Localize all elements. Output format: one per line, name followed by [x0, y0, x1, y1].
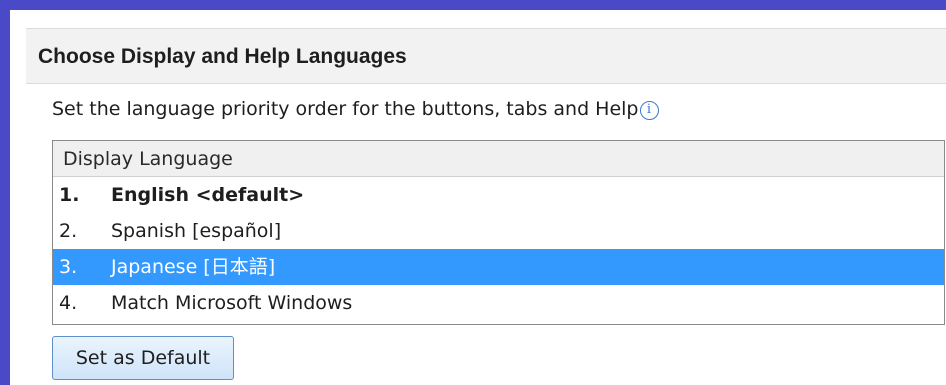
language-item-english[interactable]: 1. English <default>	[53, 177, 944, 213]
language-item-japanese[interactable]: 3. Japanese [日本語]	[53, 249, 944, 285]
language-item-name: Spanish [español]	[111, 220, 282, 242]
language-item-match-windows[interactable]: 4. Match Microsoft Windows	[53, 285, 944, 321]
language-item-number: 3.	[59, 256, 78, 278]
display-language-list[interactable]: Display Language 1. English <default> 2.…	[52, 140, 945, 325]
language-item-name: Match Microsoft Windows	[111, 292, 353, 314]
instruction-label: Set the language priority order for the …	[52, 98, 639, 120]
language-dialog: Choose Display and Help Languages Set th…	[10, 10, 946, 385]
instruction-text: Set the language priority order for the …	[52, 98, 659, 120]
language-item-number: 2.	[59, 220, 78, 242]
language-item-name: English <default>	[111, 184, 305, 206]
language-item-number: 4.	[59, 292, 78, 314]
list-column-header: Display Language	[53, 141, 944, 177]
language-item-number: 1.	[59, 184, 80, 206]
set-as-default-button[interactable]: Set as Default	[52, 336, 234, 380]
section-header: Choose Display and Help Languages	[26, 28, 946, 84]
info-circle-icon[interactable]: i	[639, 101, 659, 120]
section-title: Choose Display and Help Languages	[38, 45, 407, 68]
language-item-spanish[interactable]: 2. Spanish [español]	[53, 213, 944, 249]
language-item-name: Japanese [日本語]	[111, 256, 276, 278]
